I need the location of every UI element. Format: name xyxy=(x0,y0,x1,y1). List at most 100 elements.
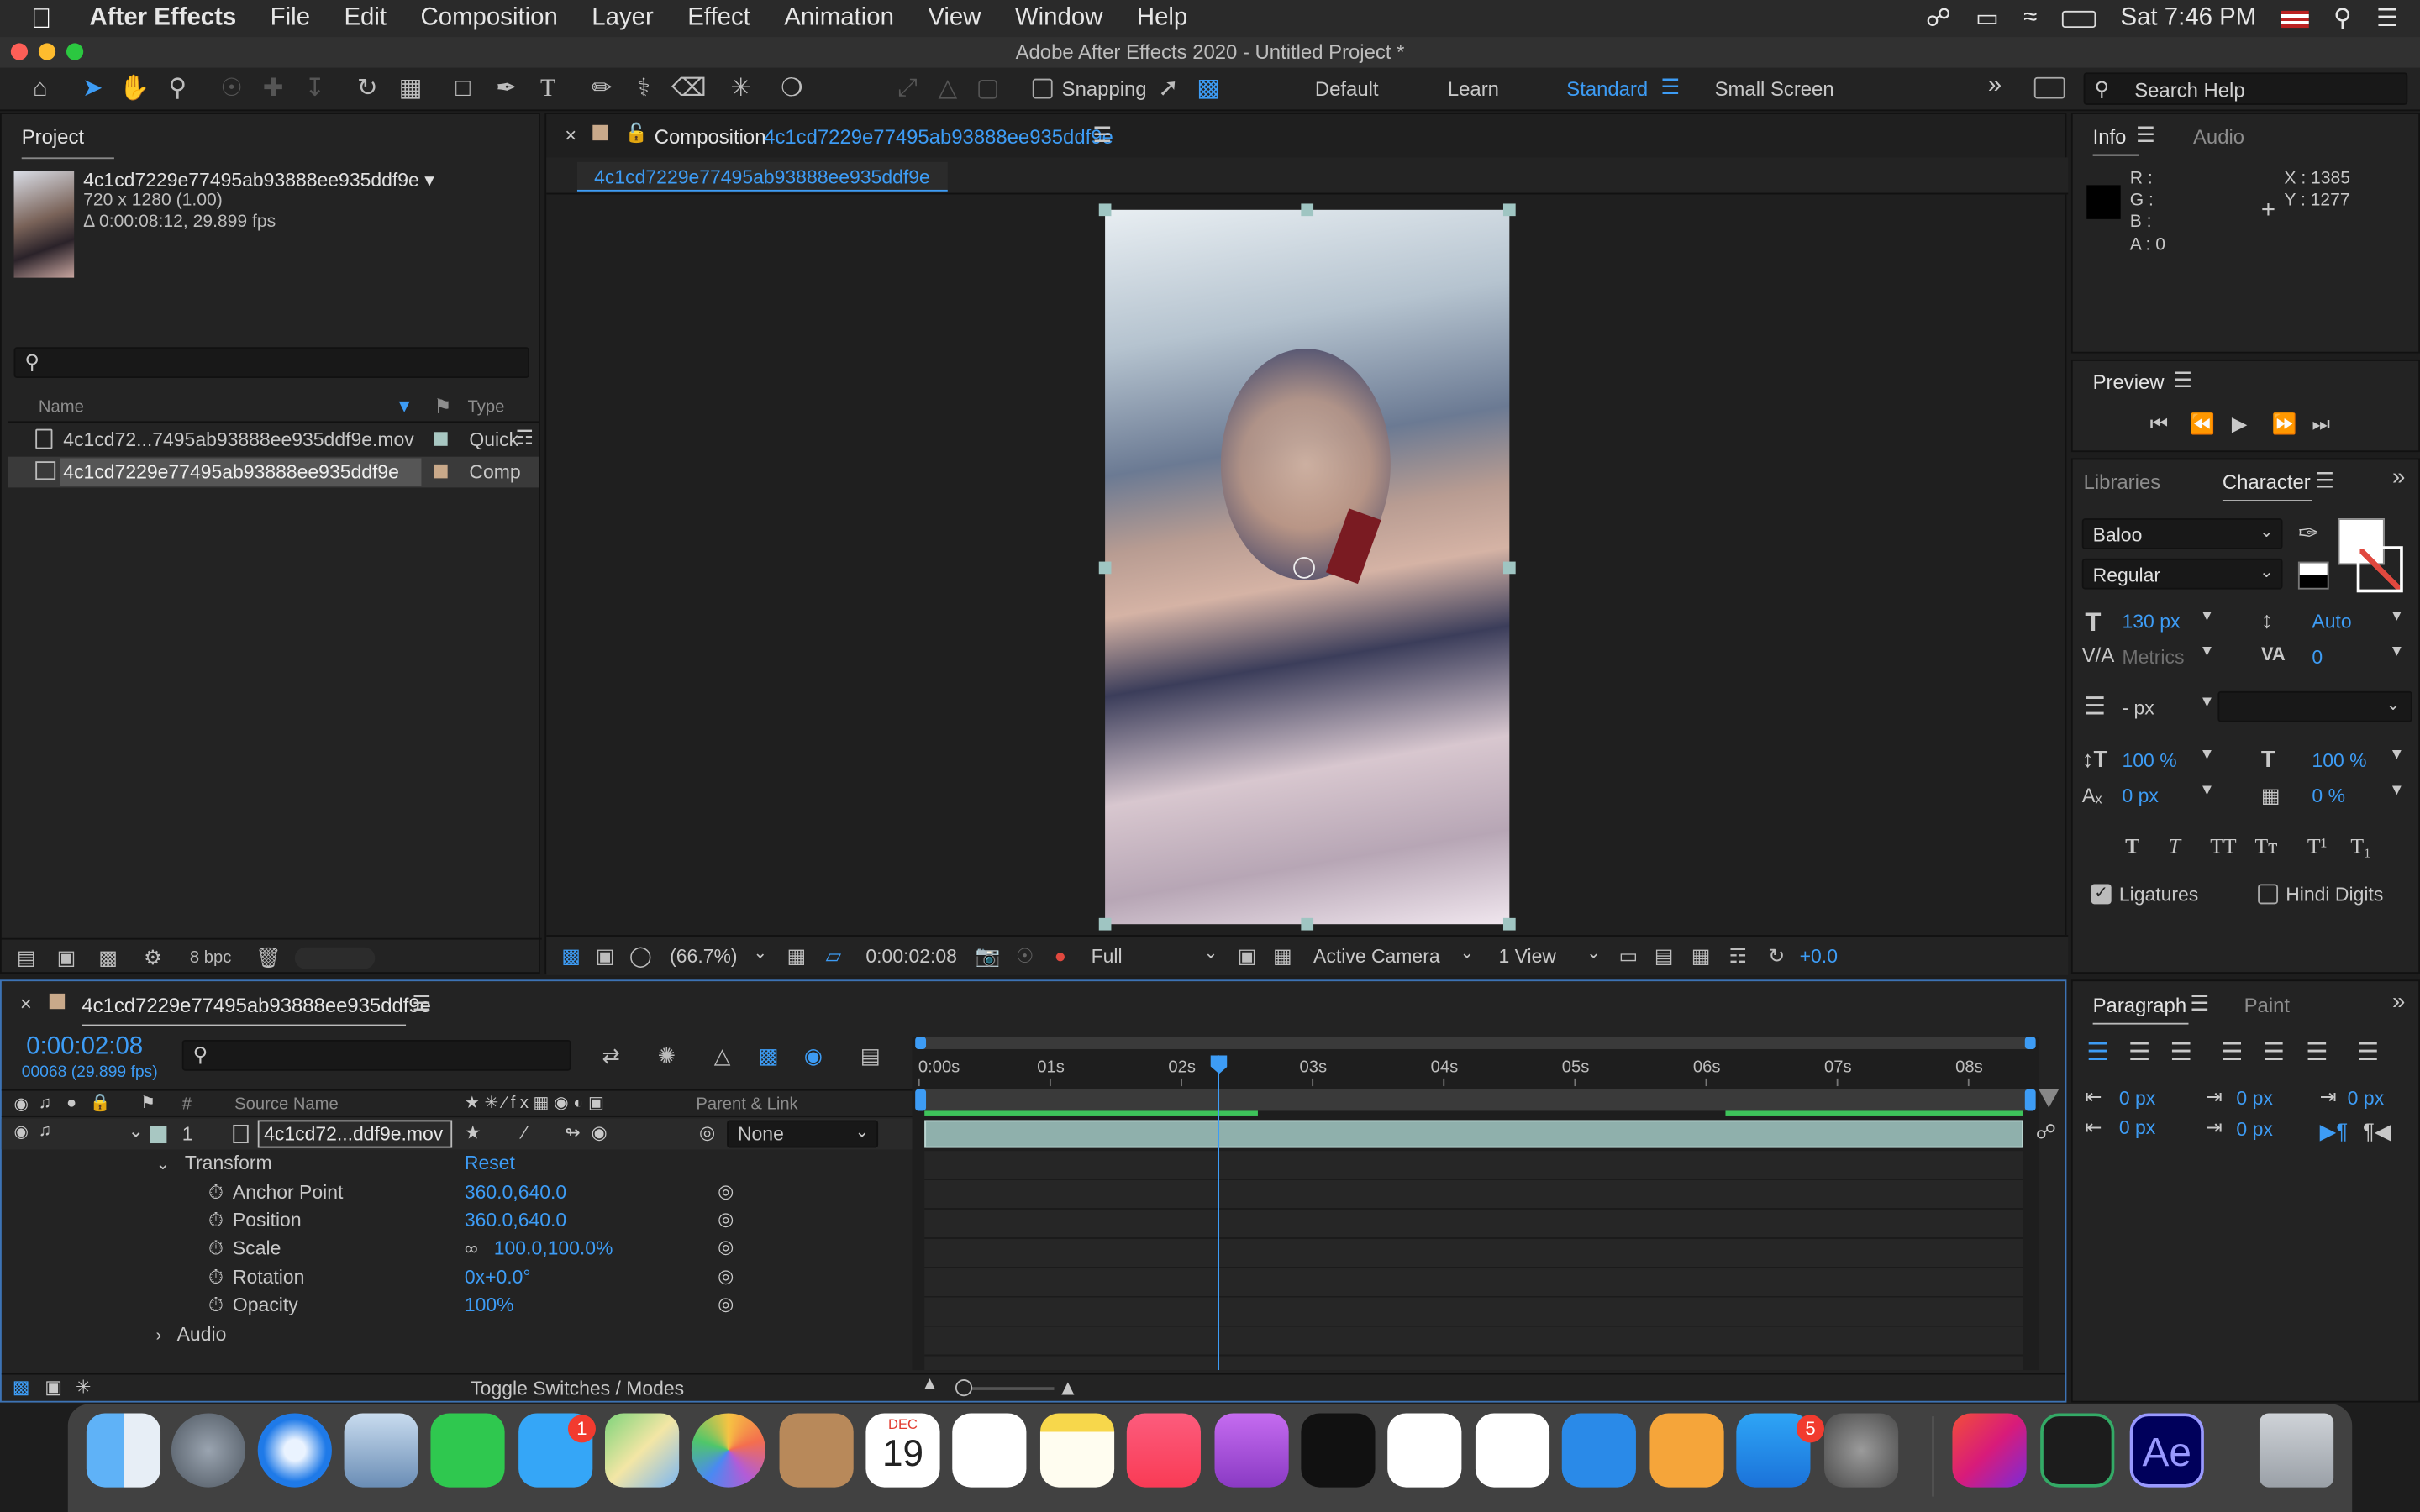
thumbnail-slider[interactable] xyxy=(294,947,376,969)
transform-handle-bl[interactable] xyxy=(1098,917,1112,931)
video-switch-icon[interactable]: ◉ xyxy=(14,1094,29,1114)
label-tag-icon[interactable]: ⚑ xyxy=(434,395,451,419)
chevron-down-icon[interactable]: ▼ xyxy=(2199,608,2214,625)
work-area-bar[interactable] xyxy=(918,1089,2030,1111)
motion-blur-icon[interactable]: ◉ xyxy=(798,1040,829,1071)
col-layer-number[interactable]: # xyxy=(182,1095,192,1114)
toggle-switches-modes-button[interactable]: Toggle Switches / Modes xyxy=(471,1378,684,1399)
creative-cloud-icon[interactable]: ☍ xyxy=(1926,3,1951,34)
shy-layers-icon[interactable]: △ xyxy=(707,1040,738,1071)
project-search-input[interactable]: ⚲ xyxy=(13,347,530,379)
type-tool-icon[interactable]: T xyxy=(533,74,564,105)
selection-tool-icon[interactable]: ➤ xyxy=(77,74,108,105)
leading-value[interactable]: Auto xyxy=(2312,611,2351,633)
horizontal-scale-value[interactable]: 100 % xyxy=(2312,750,2366,772)
zoom-window-button[interactable] xyxy=(66,43,84,60)
comp-tab[interactable]: 4c1cd7229e77495ab93888ee935ddf9e xyxy=(576,161,948,192)
stroke-width-value[interactable]: - px xyxy=(2123,697,2154,719)
world-axis-icon[interactable]: △ xyxy=(932,74,963,105)
eraser-tool-icon[interactable]: ⌫ xyxy=(671,74,707,105)
chevron-more-icon[interactable]: » xyxy=(2392,989,2405,1015)
justify-all-icon[interactable]: ☰ xyxy=(2357,1037,2379,1068)
fit-frame-icon[interactable]: ▦ xyxy=(781,941,812,972)
baseline-shift-value[interactable]: 0 px xyxy=(2123,785,2159,807)
search-help-field[interactable]: ⚲ Search Help xyxy=(2083,72,2408,105)
menu-view[interactable]: View xyxy=(928,5,981,33)
panel-menu-icon[interactable]: ☰ xyxy=(1092,122,1112,148)
graph-editor-icon[interactable]: ▤ xyxy=(855,1040,886,1071)
creative-cloud-app-icon[interactable] xyxy=(1952,1413,2027,1488)
zoom-slider-thumb[interactable] xyxy=(955,1379,973,1397)
chevron-down-icon[interactable]: ▼ xyxy=(2389,643,2404,660)
chevron-down-icon[interactable]: ⌄ xyxy=(753,942,767,963)
property-anchor-point[interactable]: ⏱ Anchor Point xyxy=(208,1182,343,1205)
flowchart-icon[interactable]: ☶ xyxy=(515,426,533,450)
transform-reset-link[interactable]: Reset xyxy=(465,1152,515,1174)
menu-layer[interactable]: Layer xyxy=(592,5,654,33)
timeline-search-input[interactable]: ⚲ xyxy=(182,1039,571,1071)
transform-handle-b[interactable] xyxy=(1301,917,1314,931)
comp-marker-bin-icon[interactable] xyxy=(2039,1089,2060,1108)
snapping-checkbox[interactable] xyxy=(1032,78,1053,99)
apple-icon[interactable]:  xyxy=(31,3,62,34)
first-line-indent-value[interactable]: 0 px xyxy=(2119,1117,2155,1139)
interpret-footage-icon[interactable]: ▤ xyxy=(11,942,42,974)
stopwatch-icon[interactable]: ⏱ xyxy=(208,1267,224,1289)
snap-options-icon[interactable]: ➚ xyxy=(1153,74,1184,105)
next-frame-icon[interactable]: ⏩ xyxy=(2272,412,2297,436)
chevron-down-icon[interactable]: ⌄ xyxy=(1204,942,1218,963)
workspace-menu-icon[interactable]: ☰ xyxy=(1660,74,1680,100)
project-settings-icon[interactable]: ⚙ xyxy=(137,942,168,974)
previous-frame-icon[interactable]: ⏪ xyxy=(2190,412,2215,436)
workspace-learn[interactable]: Learn xyxy=(1448,77,1499,101)
label-color[interactable] xyxy=(150,1126,167,1144)
expression-pickwhip-icon[interactable]: ◎ xyxy=(718,1180,734,1202)
new-comp-icon[interactable]: ▩ xyxy=(92,942,124,974)
speaker-icon[interactable]: ♫ xyxy=(39,1121,51,1140)
zoom-tool-icon[interactable]: ⚲ xyxy=(162,74,193,105)
project-item-comp[interactable]: 4c1cd7229e77495ab93888ee935ddf9e Comp xyxy=(8,456,539,488)
spotlight-icon[interactable]: ⚲ xyxy=(2333,3,2352,34)
menu-help[interactable]: Help xyxy=(1137,5,1187,33)
property-scale[interactable]: ⏱ Scale xyxy=(208,1237,281,1261)
time-graph[interactable]: 0:00s 01s 02s 03s 04s 05s 06s 07s 08s xyxy=(912,1037,2039,1371)
stopwatch-icon[interactable]: ⏱ xyxy=(208,1294,224,1316)
small-caps-button[interactable]: Tт xyxy=(2254,837,2277,861)
menu-app[interactable]: After Effects xyxy=(90,5,237,33)
menu-file[interactable]: File xyxy=(271,5,310,33)
region-of-interest-icon[interactable]: ▣ xyxy=(1232,941,1263,972)
view-layout-select[interactable]: 1 View xyxy=(1498,946,1556,968)
vr-icon[interactable]: ◯ xyxy=(625,941,656,972)
scale-value[interactable]: 100.0,100.0% xyxy=(494,1237,613,1259)
fast-previews-icon[interactable]: ▤ xyxy=(1649,941,1680,972)
last-frame-icon[interactable]: ⏭ xyxy=(2312,412,2329,436)
airplay-icon[interactable]: ▭ xyxy=(1975,3,1999,34)
draft-3d-icon[interactable]: ✺ xyxy=(651,1040,682,1071)
view-axis-icon[interactable]: ▢ xyxy=(972,74,1003,105)
time-ruler[interactable]: 0:00s 01s 02s 03s 04s 05s 06s 07s 08s xyxy=(913,1053,2039,1087)
chevron-down-icon[interactable]: ▼ xyxy=(2199,747,2214,764)
quality-icon[interactable]: ∕ xyxy=(523,1121,527,1143)
position-value[interactable]: 360.0,640.0 xyxy=(465,1210,566,1231)
transform-handle-tl[interactable] xyxy=(1098,203,1112,217)
expression-pickwhip-icon[interactable]: ◎ xyxy=(718,1293,734,1315)
expression-pickwhip-icon[interactable]: ◎ xyxy=(718,1208,734,1230)
time-navigator[interactable] xyxy=(918,1037,2030,1049)
set-bw-icon[interactable] xyxy=(2297,561,2329,590)
chevron-down-icon[interactable]: ⌄ xyxy=(1586,942,1601,963)
music-icon[interactable] xyxy=(1126,1413,1201,1488)
timeline-comp-name[interactable]: 4c1cd7229e77495ab93888ee935ddf9e xyxy=(82,994,431,1017)
label-color[interactable] xyxy=(49,993,66,1010)
space-after-value[interactable]: 0 px xyxy=(2236,1119,2272,1141)
workspace-panel-icon[interactable] xyxy=(2033,76,2065,99)
control-center-icon[interactable]: ☰ xyxy=(2376,3,2398,34)
calendar-icon[interactable]: DEC 19 xyxy=(865,1413,940,1488)
transfer-controls-toggle-icon[interactable]: ▣ xyxy=(45,1376,62,1398)
paint-tab[interactable]: Paint xyxy=(2244,994,2290,1017)
lock-switch-icon[interactable]: 🔒 xyxy=(90,1092,111,1112)
wifi-icon[interactable]: ≈ xyxy=(2023,5,2037,33)
preview-title[interactable]: Preview xyxy=(2093,370,2165,394)
maps-icon[interactable] xyxy=(605,1413,680,1488)
contacts-icon[interactable] xyxy=(779,1413,854,1488)
justify-left-icon[interactable]: ☰ xyxy=(2221,1037,2243,1068)
